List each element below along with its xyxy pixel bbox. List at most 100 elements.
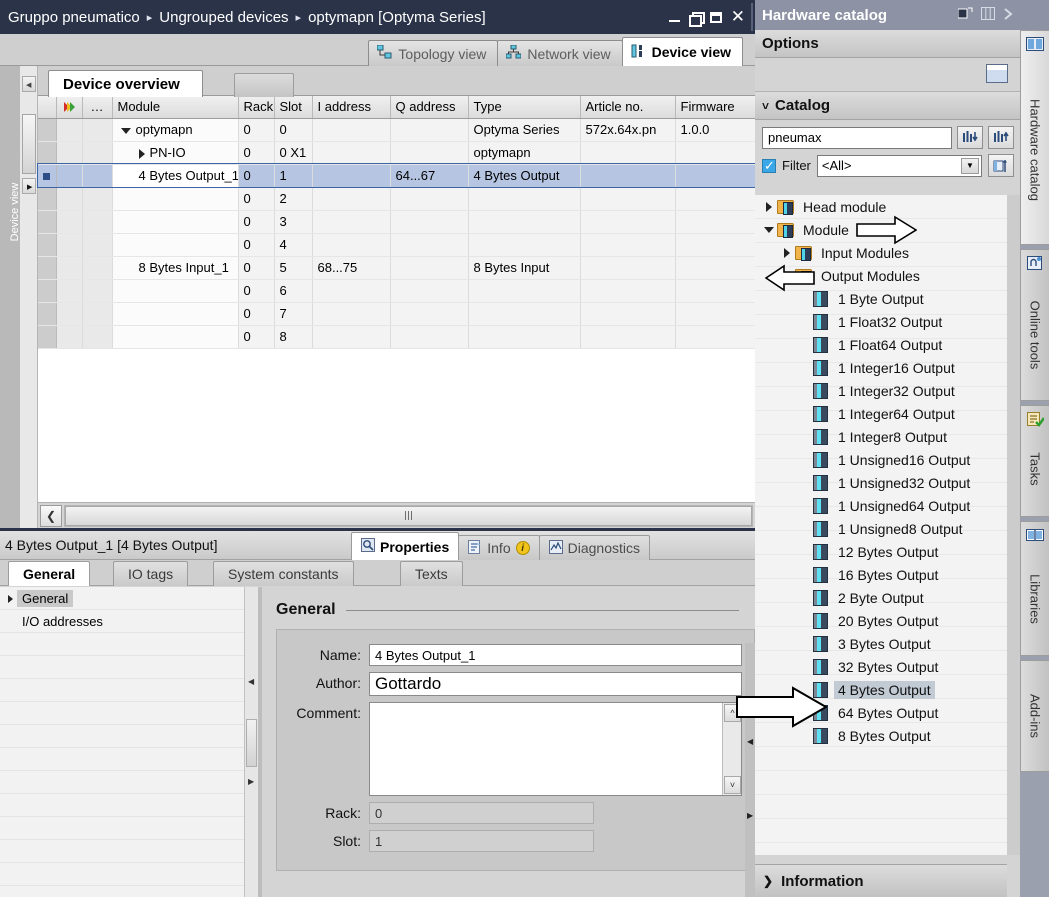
cell-firmware[interactable] xyxy=(675,164,756,188)
row-status-cell[interactable] xyxy=(56,210,83,234)
catalog-tree-item[interactable]: 1 Unsigned32 Output xyxy=(755,471,1007,494)
cell-i-address[interactable] xyxy=(312,141,391,165)
cell-firmware[interactable] xyxy=(675,279,756,303)
cell-firmware[interactable] xyxy=(675,233,756,257)
table-row[interactable]: PN-IO 0 0 X1 optymapn xyxy=(38,141,756,165)
split-panel-icon[interactable] xyxy=(981,6,995,24)
cell-i-address[interactable] xyxy=(312,325,391,349)
author-field[interactable]: Gottardo xyxy=(369,672,742,696)
catalog-tree-item[interactable]: 1 Unsigned64 Output xyxy=(755,494,1007,517)
catalog-tree-item[interactable]: 1 Unsigned8 Output xyxy=(755,517,1007,540)
collapse-panel-icon[interactable] xyxy=(1003,7,1014,24)
twisty-right-icon[interactable] xyxy=(779,247,795,258)
cell-slot[interactable]: 1 xyxy=(274,164,313,188)
twisty-right-icon[interactable] xyxy=(761,201,777,212)
row-status-cell[interactable] xyxy=(56,325,83,349)
scroll-right-arrow-icon[interactable]: ▶ xyxy=(248,777,254,786)
subtab-system-constants[interactable]: System constants xyxy=(213,561,354,586)
row-gutter[interactable] xyxy=(38,118,57,142)
col-module[interactable]: Module xyxy=(112,96,239,119)
comment-field[interactable]: ^ ˅ xyxy=(369,702,742,796)
task-card-tasks[interactable]: Tasks xyxy=(1020,405,1049,517)
catalog-tree-item[interactable]: 32 Bytes Output xyxy=(755,655,1007,678)
cell-firmware[interactable] xyxy=(675,325,756,349)
cell-firmware[interactable] xyxy=(675,187,756,211)
twisty-down-icon[interactable] xyxy=(120,127,131,134)
catalog-tree-item[interactable]: 8 Bytes Output xyxy=(755,724,1007,747)
cell-q-address[interactable] xyxy=(390,187,469,211)
float-panel-icon[interactable] xyxy=(957,7,973,24)
cell-q-address[interactable] xyxy=(390,118,469,142)
cell-firmware[interactable] xyxy=(675,256,756,280)
cell-type[interactable] xyxy=(468,210,581,234)
cell-rack[interactable]: 0 xyxy=(238,302,275,326)
catalog-tree-item[interactable]: 64 Bytes Output xyxy=(755,701,1007,724)
catalog-tree-item[interactable]: 2 Byte Output xyxy=(755,586,1007,609)
row-ellipsis-cell[interactable] xyxy=(82,141,113,165)
breadcrumb-item-project[interactable]: Gruppo pneumatico xyxy=(8,9,140,26)
cell-article-no[interactable] xyxy=(580,141,676,165)
information-section-header[interactable]: ❯ Information xyxy=(755,864,1007,897)
cell-q-address[interactable] xyxy=(390,279,469,303)
catalog-tree-item[interactable]: 1 Integer64 Output xyxy=(755,402,1007,425)
catalog-tree-item[interactable]: 1 Unsigned16 Output xyxy=(755,448,1007,471)
table-row[interactable]: 03 xyxy=(38,210,756,234)
cell-i-address[interactable] xyxy=(312,210,391,234)
catalog-tree-item[interactable]: Head module xyxy=(755,195,1007,218)
cell-rack[interactable]: 0 xyxy=(238,233,275,257)
row-ellipsis-cell[interactable] xyxy=(82,118,113,142)
restore-icon[interactable] xyxy=(688,11,705,27)
cell-slot[interactable]: 5 xyxy=(274,256,313,280)
cell-type[interactable]: 8 Bytes Input xyxy=(468,256,581,280)
cell-firmware[interactable] xyxy=(675,210,756,234)
close-icon[interactable]: ✕ xyxy=(731,8,745,25)
properties-nav-scrollbar[interactable]: ◀ ▶ xyxy=(244,587,258,897)
twisty-down-icon[interactable] xyxy=(761,226,777,233)
cell-article-no[interactable] xyxy=(580,164,676,188)
row-gutter[interactable] xyxy=(38,187,57,211)
row-ellipsis-cell[interactable] xyxy=(82,302,113,326)
cell-q-address[interactable] xyxy=(390,302,469,326)
tab-properties[interactable]: Properties xyxy=(351,532,460,560)
col-article-no[interactable]: Article no. xyxy=(580,96,676,119)
cell-module[interactable] xyxy=(112,325,239,349)
cell-article-no[interactable] xyxy=(580,210,676,234)
row-status-cell[interactable] xyxy=(56,302,83,326)
breadcrumb-item-folder[interactable]: Ungrouped devices xyxy=(159,9,288,26)
cell-module[interactable]: 4 Bytes Output_1 xyxy=(112,164,239,188)
nav-item-general[interactable]: General xyxy=(0,587,244,610)
table-row[interactable]: 02 xyxy=(38,187,756,211)
scroll-down-arrow-icon[interactable] xyxy=(22,178,36,194)
scroll-up-arrow-icon[interactable] xyxy=(22,76,36,92)
cell-type[interactable] xyxy=(468,302,581,326)
subtab-general[interactable]: General xyxy=(8,561,91,586)
tab-topology-view[interactable]: Topology view xyxy=(368,40,499,66)
tab-network-view[interactable]: Network view xyxy=(497,40,623,66)
scroll-up-arrow-icon[interactable]: ^ xyxy=(724,704,741,722)
row-ellipsis-cell[interactable] xyxy=(82,164,113,188)
cell-firmware[interactable] xyxy=(675,302,756,326)
cell-article-no[interactable] xyxy=(580,325,676,349)
catalog-tree-item[interactable]: 1 Float32 Output xyxy=(755,310,1007,333)
cell-slot[interactable]: 8 xyxy=(274,325,313,349)
cell-type[interactable]: 4 Bytes Output xyxy=(468,164,581,188)
tab-info[interactable]: Info i xyxy=(458,535,540,560)
nav-item-io-addresses[interactable]: I/O addresses xyxy=(0,610,244,633)
catalog-tree-scrollbar[interactable] xyxy=(1007,195,1020,855)
filter-checkbox[interactable] xyxy=(762,158,776,174)
cell-type[interactable]: Optyma Series xyxy=(468,118,581,142)
cell-i-address[interactable]: 68...75 xyxy=(312,256,391,280)
cell-rack[interactable]: 0 xyxy=(238,279,275,303)
cell-article-no[interactable] xyxy=(580,187,676,211)
chevron-right-icon[interactable] xyxy=(8,594,13,603)
row-ellipsis-cell[interactable] xyxy=(82,325,113,349)
cell-i-address[interactable] xyxy=(312,233,391,257)
task-card-hardware-catalog[interactable]: Hardware catalog xyxy=(1020,30,1049,245)
catalog-tree-item[interactable]: 1 Integer8 Output xyxy=(755,425,1007,448)
col-ellipsis[interactable]: … xyxy=(82,96,113,119)
row-gutter[interactable] xyxy=(38,256,57,280)
show-catalog-window-icon[interactable] xyxy=(986,64,1008,83)
catalog-search-input[interactable]: pneumax xyxy=(762,126,952,149)
cell-i-address[interactable] xyxy=(312,187,391,211)
subtab-io-tags[interactable]: IO tags xyxy=(113,561,189,586)
